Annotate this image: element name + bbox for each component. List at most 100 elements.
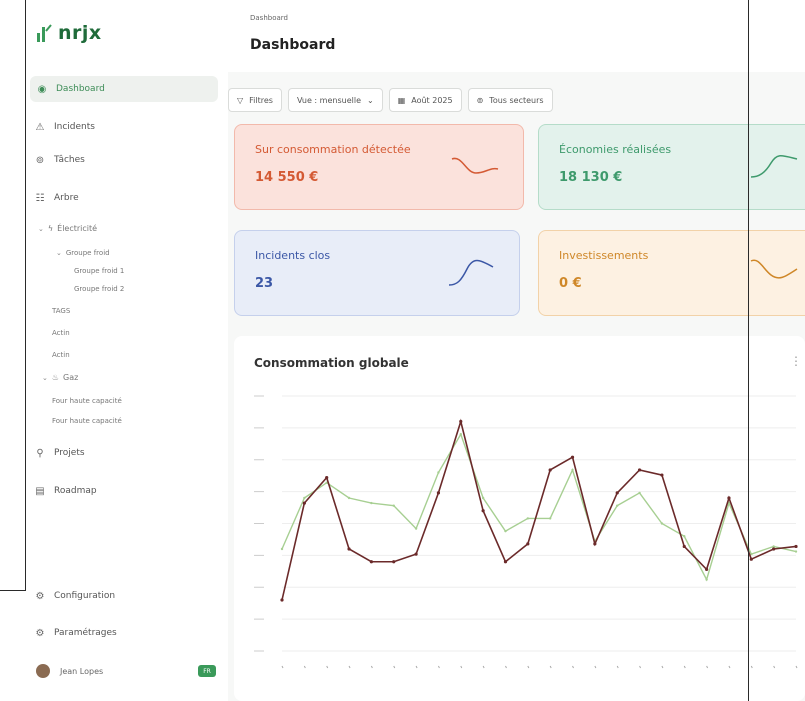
tree-item-actin[interactable]: Actin — [52, 329, 70, 337]
kpi-card-investments[interactable]: Investissements 0 € — [538, 230, 805, 316]
data-point[interactable] — [526, 542, 530, 546]
tree-item-four[interactable]: Four haute capacité — [52, 417, 122, 425]
data-point[interactable] — [437, 471, 440, 474]
data-point[interactable] — [683, 535, 686, 538]
calendar-icon: ▦ — [397, 95, 406, 105]
sidebar-item-taches[interactable]: ⊚ Tâches — [34, 147, 85, 173]
data-point[interactable] — [749, 557, 753, 561]
data-point[interactable] — [772, 545, 775, 548]
data-point[interactable] — [459, 419, 463, 424]
brand-name: nrjx — [58, 22, 102, 44]
data-point[interactable] — [504, 529, 507, 533]
data-point[interactable] — [303, 496, 306, 500]
data-point[interactable] — [638, 491, 641, 495]
sidebar-item-parametrages[interactable]: ⚙ Paramétrages — [34, 620, 117, 646]
data-point[interactable] — [660, 473, 664, 477]
page-title: Dashboard — [250, 37, 336, 53]
sidebar-item-configuration[interactable]: ⚙ Configuration — [34, 583, 116, 609]
x-tick — [415, 665, 418, 669]
sidebar-item-arbre[interactable]: ☷ Arbre — [34, 185, 79, 211]
tree-item-actin[interactable]: Actin — [52, 351, 70, 359]
user-profile[interactable]: Jean Lopes FR — [36, 664, 216, 678]
sidebar-item-label: Configuration — [54, 591, 116, 601]
data-point[interactable] — [503, 560, 508, 564]
divider — [748, 0, 749, 701]
data-point[interactable] — [526, 517, 530, 520]
data-point[interactable] — [616, 504, 619, 507]
x-tick — [750, 665, 753, 669]
sidebar-item-label: Tâches — [54, 155, 85, 165]
chevron-down-icon: ⌄ — [42, 374, 48, 382]
period-select[interactable]: Vue : mensuelle ⌄ — [287, 88, 383, 112]
date-picker[interactable]: ▦ Août 2025 — [388, 88, 462, 112]
data-point[interactable] — [414, 552, 418, 556]
tree-item-groupe-froid[interactable]: ⌄ Groupe froid — [56, 249, 110, 257]
data-point[interactable] — [347, 547, 351, 551]
sector-icon: ⊚ — [476, 95, 484, 105]
x-tick — [482, 665, 485, 669]
filter-button[interactable]: ▽ Filtres — [228, 88, 282, 112]
x-tick — [706, 665, 709, 669]
data-point[interactable] — [772, 547, 776, 551]
data-point[interactable] — [414, 527, 418, 530]
data-point[interactable] — [325, 476, 329, 480]
data-point[interactable] — [436, 491, 441, 495]
breadcrumb[interactable]: Dashboard — [250, 14, 288, 22]
roadmap-icon: ▤ — [35, 485, 45, 497]
data-point[interactable] — [682, 544, 686, 549]
tree-item-four[interactable]: Four haute capacité — [52, 397, 122, 405]
tree-item-groupe-froid-2[interactable]: Groupe froid 2 — [74, 285, 124, 293]
data-point[interactable] — [794, 550, 798, 553]
kpi-card-savings[interactable]: Économies réalisées 18 130 € — [538, 124, 805, 210]
data-point[interactable] — [615, 491, 619, 495]
sidebar-item-roadmap[interactable]: ▤ Roadmap — [34, 478, 96, 504]
sidebar-item-dashboard[interactable]: ◉ Dashboard — [30, 76, 218, 102]
main-content: Dashboard Dashboard ▽ Filtres Vue : mens… — [228, 0, 805, 701]
data-point[interactable] — [280, 598, 284, 602]
user-badge[interactable]: FR — [198, 665, 216, 677]
x-tick — [460, 665, 463, 669]
data-point[interactable] — [548, 468, 552, 472]
filter-icon: ▽ — [237, 95, 244, 105]
brand-logo[interactable]: nrjx — [36, 22, 102, 44]
sidebar-item-incidents[interactable]: ⚠ Incidents — [34, 114, 95, 140]
flame-icon: ♨ — [51, 373, 60, 382]
tree-item-gaz[interactable]: ⌄ ♨ Gaz — [42, 373, 78, 382]
tree-item-groupe-froid-1[interactable]: Groupe froid 1 — [74, 267, 124, 275]
x-tick — [527, 665, 530, 669]
tree-item-electricite[interactable]: ⌄ ϟ Électricité — [38, 224, 97, 233]
data-point[interactable] — [548, 517, 552, 520]
data-point[interactable] — [481, 496, 485, 500]
data-point[interactable] — [660, 522, 664, 525]
data-point[interactable] — [593, 542, 597, 546]
data-point[interactable] — [794, 544, 798, 549]
kpi-card-overconsumption[interactable]: Sur consommation détectée 14 550 € — [234, 124, 524, 210]
data-point[interactable] — [571, 468, 574, 472]
data-point[interactable] — [392, 504, 395, 507]
sector-select[interactable]: ⊚ Tous secteurs — [467, 88, 553, 112]
data-point[interactable] — [481, 509, 485, 513]
series-line-0 — [281, 418, 797, 601]
chevron-down-icon: ⌄ — [38, 225, 44, 233]
x-tick — [303, 665, 306, 669]
x-tick — [773, 665, 776, 669]
data-point[interactable] — [280, 547, 284, 551]
data-point[interactable] — [727, 496, 731, 500]
data-point[interactable] — [637, 468, 642, 472]
kpi-card-closed-incidents[interactable]: Incidents clos 23 — [234, 230, 520, 316]
data-point[interactable] — [570, 455, 575, 459]
tree-icon: ☷ — [35, 192, 45, 204]
data-point[interactable] — [392, 560, 396, 564]
data-point[interactable] — [459, 433, 462, 436]
tree-item-tags[interactable]: TAGS — [52, 307, 70, 315]
data-point[interactable] — [705, 567, 709, 571]
logo-mark-icon — [37, 24, 52, 42]
sidebar-item-projets[interactable]: ⚲ Projets — [34, 440, 84, 466]
data-point[interactable] — [347, 496, 351, 500]
sidebar-item-label: Dashboard — [56, 84, 105, 94]
chevron-down-icon: ⌄ — [56, 249, 62, 257]
data-point[interactable] — [370, 501, 373, 505]
data-point[interactable] — [302, 501, 306, 505]
data-point[interactable] — [705, 578, 708, 581]
data-point[interactable] — [369, 560, 373, 564]
